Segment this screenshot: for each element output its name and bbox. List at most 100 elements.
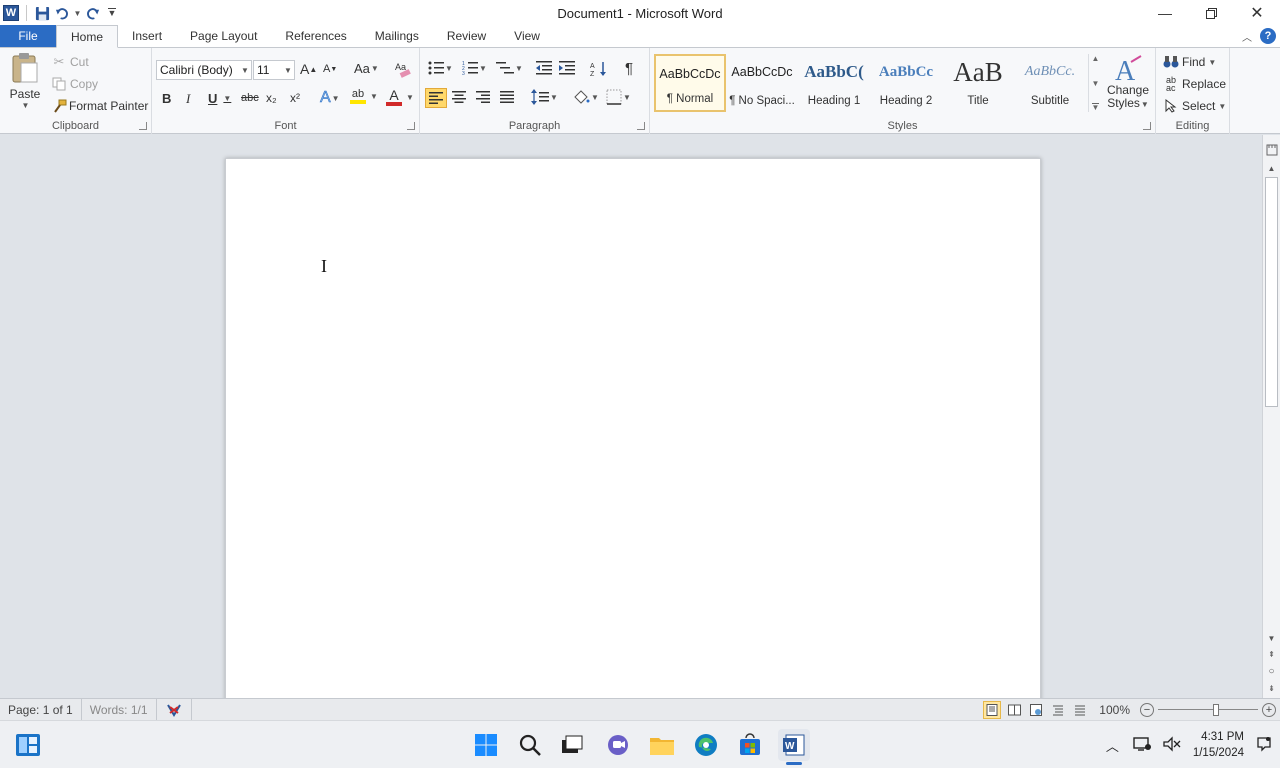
numbering-button[interactable]: 1 2 3 ▼ xyxy=(462,60,487,76)
restore-button[interactable] xyxy=(1188,0,1234,26)
align-center-button[interactable] xyxy=(452,91,466,103)
previous-page-button[interactable]: ⇞ xyxy=(1263,647,1280,661)
next-page-button[interactable]: ⇟ xyxy=(1263,681,1280,695)
tab-page-layout[interactable]: Page Layout xyxy=(176,25,271,47)
tab-view[interactable]: View xyxy=(500,25,554,47)
font-dialog-launcher[interactable] xyxy=(407,122,415,130)
decrease-indent-button[interactable] xyxy=(536,60,552,76)
justify-button[interactable] xyxy=(500,91,514,103)
tab-insert[interactable]: Insert xyxy=(118,25,176,47)
align-left-button[interactable] xyxy=(425,88,447,108)
network-icon[interactable] xyxy=(1127,736,1157,755)
chat-button[interactable] xyxy=(602,729,634,761)
word-count[interactable]: Words: 1/1 xyxy=(82,698,157,721)
copy-button[interactable]: Copy xyxy=(50,75,98,93)
sort-button[interactable]: AZ xyxy=(590,60,608,78)
tab-home[interactable]: Home xyxy=(56,25,119,48)
select-browse-object-button[interactable]: ○ xyxy=(1263,664,1280,678)
show-hidden-icons-button[interactable]: ︿ xyxy=(1098,736,1127,755)
superscript-button[interactable]: x² xyxy=(290,91,300,105)
highlight-button[interactable]: ab ▼ xyxy=(350,89,378,104)
clipboard-dialog-launcher[interactable] xyxy=(139,122,147,130)
undo-button[interactable] xyxy=(53,3,71,23)
full-screen-reading-button[interactable] xyxy=(1005,701,1023,719)
word-taskbar-button[interactable]: W xyxy=(778,729,810,765)
draft-view-button[interactable] xyxy=(1071,701,1089,719)
change-styles-button[interactable]: A Change Styles▼ xyxy=(1106,54,1150,111)
zoom-out-button[interactable]: − xyxy=(1140,703,1154,717)
scroll-up-button[interactable]: ▲ xyxy=(1263,161,1280,175)
align-right-button[interactable] xyxy=(476,91,490,103)
file-explorer-button[interactable] xyxy=(646,729,678,761)
cut-button[interactable]: ✂ Cut xyxy=(50,53,89,71)
find-button[interactable]: Find ▼ xyxy=(1162,53,1216,71)
proofing-status[interactable] xyxy=(157,698,192,721)
styles-dialog-launcher[interactable] xyxy=(1143,122,1151,130)
task-view-button[interactable] xyxy=(556,729,588,761)
font-name-combo[interactable]: Calibri (Body) ▼ xyxy=(156,60,252,80)
minimize-button[interactable]: — xyxy=(1142,0,1188,26)
close-button[interactable]: ✕ xyxy=(1234,0,1280,26)
edge-browser-button[interactable] xyxy=(690,729,722,761)
italic-button[interactable]: I xyxy=(186,91,190,107)
gallery-more-button[interactable]: ▼ xyxy=(1091,103,1100,112)
change-case-button[interactable]: Aa ▼ xyxy=(354,61,379,76)
clock[interactable]: 4:31 PM 1/15/2024 xyxy=(1187,729,1254,761)
outline-view-button[interactable] xyxy=(1049,701,1067,719)
shrink-font-button[interactable]: A ▼ xyxy=(323,63,337,75)
line-spacing-button[interactable]: ▼ xyxy=(531,89,558,105)
customize-qat-button[interactable]: ▼ xyxy=(103,3,121,23)
word-app-icon[interactable]: W xyxy=(2,3,20,23)
font-size-combo[interactable]: 11 ▼ xyxy=(253,60,295,80)
bold-button[interactable]: B xyxy=(162,91,171,106)
strikethrough-button[interactable]: abc xyxy=(241,92,259,104)
zoom-level[interactable]: 100% xyxy=(1093,703,1136,717)
paragraph-dialog-launcher[interactable] xyxy=(637,122,645,130)
start-button[interactable] xyxy=(470,729,502,761)
print-layout-view-button[interactable] xyxy=(983,701,1002,719)
tab-mailings[interactable]: Mailings xyxy=(361,25,433,47)
help-icon[interactable]: ? xyxy=(1260,28,1276,44)
gallery-up-button[interactable]: ▲ xyxy=(1092,54,1100,63)
scroll-down-button[interactable]: ▼ xyxy=(1263,631,1280,645)
zoom-in-button[interactable]: + xyxy=(1262,703,1276,717)
replace-button[interactable]: ab ac Replace xyxy=(1162,75,1226,93)
tab-review[interactable]: Review xyxy=(433,25,500,47)
shading-button[interactable]: ▼ xyxy=(572,89,599,105)
format-painter-button[interactable]: Format Painter xyxy=(50,97,148,115)
undo-dropdown[interactable]: ▼ xyxy=(73,3,82,23)
borders-button[interactable]: ▼ xyxy=(606,89,631,105)
scroll-thumb[interactable] xyxy=(1265,177,1278,407)
minimize-ribbon-button[interactable]: ︿ xyxy=(1242,29,1252,44)
search-button[interactable] xyxy=(514,729,546,761)
volume-muted-icon[interactable] xyxy=(1157,735,1187,755)
style-no-spacing[interactable]: AaBbCcDc ¶ No Spaci... xyxy=(726,54,798,112)
ruler-toggle-icon[interactable] xyxy=(1263,143,1280,157)
tab-file[interactable]: File xyxy=(0,25,56,47)
font-color-button[interactable]: A ▼ xyxy=(386,88,414,106)
widgets-button[interactable] xyxy=(12,729,44,761)
underline-button[interactable]: U ▼ xyxy=(208,91,231,106)
zoom-slider[interactable] xyxy=(1158,701,1258,719)
bullets-button[interactable]: ▼ xyxy=(428,60,453,76)
subscript-button[interactable]: x₂ xyxy=(266,91,277,105)
microsoft-store-button[interactable] xyxy=(734,729,766,761)
select-button[interactable]: Select ▼ xyxy=(1162,97,1226,115)
document-page[interactable]: I xyxy=(225,158,1041,698)
paste-button[interactable]: Paste ▼ xyxy=(6,52,44,114)
style-normal[interactable]: AaBbCcDc ¶ Normal xyxy=(654,54,726,112)
web-layout-button[interactable] xyxy=(1027,701,1045,719)
multilevel-list-button[interactable]: ▼ xyxy=(496,60,523,76)
notifications-icon[interactable] xyxy=(1254,736,1280,755)
style-heading-1[interactable]: AaBbC( Heading 1 xyxy=(798,54,870,112)
grow-font-button[interactable]: A ▲ xyxy=(300,61,317,77)
text-effects-button[interactable]: A ▼ xyxy=(320,89,340,107)
style-subtitle[interactable]: AaBbCc. Subtitle xyxy=(1014,54,1086,112)
clear-formatting-button[interactable]: Aa xyxy=(394,60,412,78)
show-hide-marks-button[interactable]: ¶ xyxy=(625,60,633,77)
zoom-thumb[interactable] xyxy=(1212,704,1219,716)
redo-button[interactable] xyxy=(83,3,101,23)
style-title[interactable]: AaB Title xyxy=(942,54,1014,112)
vertical-scrollbar[interactable]: ▲ ▼ ⇞ ○ ⇟ xyxy=(1262,135,1280,698)
save-button[interactable] xyxy=(33,3,51,23)
